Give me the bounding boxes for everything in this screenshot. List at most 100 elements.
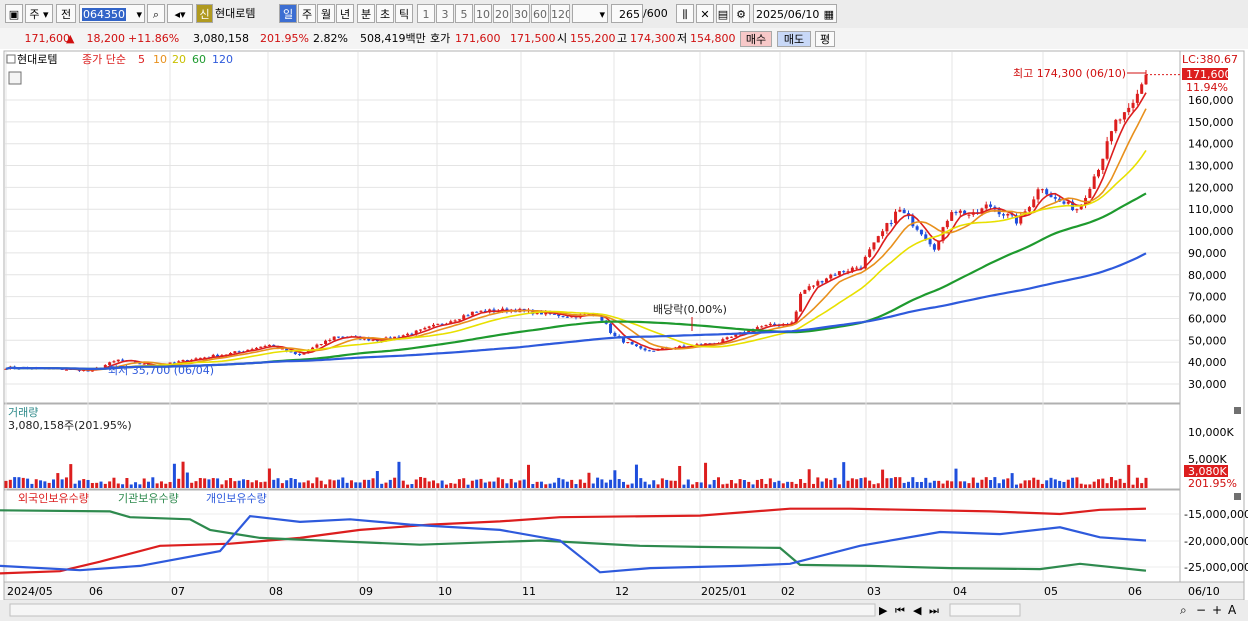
volume-bar — [1079, 483, 1083, 488]
period-year-button[interactable]: 년 — [336, 4, 354, 23]
volume-bar — [617, 479, 621, 488]
table-icon[interactable] — [8, 71, 22, 85]
volume-bar — [1023, 480, 1027, 488]
volume-bar — [125, 478, 129, 488]
candle-body — [1135, 93, 1139, 103]
volume-bar — [643, 481, 647, 488]
date-axis-label: 09 — [359, 585, 373, 598]
candle-body — [984, 204, 988, 209]
date-input[interactable]: 2025/06/10 ▦ — [753, 4, 837, 23]
scroll-right-icon[interactable]: ▶ — [879, 604, 888, 617]
period-day-button[interactable]: 일 — [279, 4, 297, 23]
volume-bar — [470, 480, 474, 488]
date-axis-label: 04 — [953, 585, 967, 598]
volume-bar — [833, 477, 837, 488]
candle-body — [1092, 176, 1096, 189]
candle-body — [1114, 119, 1118, 132]
candle-body — [837, 271, 841, 276]
minute-30-button[interactable]: 30 — [512, 4, 530, 23]
minute-20-button[interactable]: 20 — [493, 4, 511, 23]
market-select[interactable]: 주 ▾ — [25, 4, 53, 23]
volume-bar — [622, 481, 625, 488]
scroll-last-icon[interactable]: ⏭ — [929, 604, 939, 617]
buy-button[interactable]: 매수 — [740, 31, 772, 47]
volume-bar — [941, 483, 945, 488]
volume-bar — [928, 482, 932, 488]
volume-bar — [1122, 482, 1126, 488]
volume-bar — [509, 478, 513, 488]
volume-bar — [358, 482, 362, 488]
minute-120-button[interactable]: 120 — [550, 4, 570, 23]
candle-body — [1006, 213, 1010, 216]
low-label: 저 — [677, 32, 688, 45]
period-week-button[interactable]: 주 — [298, 4, 316, 23]
volume-bar — [121, 484, 125, 488]
minute-60-button[interactable]: 60 — [531, 4, 549, 23]
period-month-button[interactable]: 월 — [317, 4, 335, 23]
volume-bar — [799, 479, 803, 488]
volume-bar — [578, 479, 582, 488]
volume-bar — [203, 478, 207, 488]
date-axis-current: 06/10 — [1188, 585, 1220, 598]
prev-button[interactable]: 전 — [56, 4, 76, 23]
minute-10-button[interactable]: 10 — [474, 4, 492, 23]
custom-period-select[interactable]: ▾ — [572, 4, 608, 23]
save-icon[interactable]: ▤ — [716, 4, 730, 23]
volume-bar — [47, 482, 51, 488]
count-input[interactable]: 265 — [611, 4, 643, 23]
code-input[interactable]: 064350 ▾ — [79, 4, 145, 23]
foreign-holding-label: 외국인보유수량 — [18, 492, 89, 505]
volume-bar — [591, 483, 595, 488]
scroll-track[interactable] — [9, 603, 876, 617]
sell-button[interactable]: 매도 — [777, 31, 811, 47]
volume-bar — [1049, 477, 1053, 488]
minute-5-button[interactable]: 5 — [455, 4, 473, 23]
minute-3-button[interactable]: 3 — [436, 4, 454, 23]
text-tool-icon[interactable]: A — [1228, 603, 1237, 617]
close-icon[interactable] — [1234, 493, 1241, 500]
date-axis-label: 03 — [867, 585, 881, 598]
candle-body — [868, 249, 872, 257]
layout-icon[interactable]: ▣ — [5, 4, 23, 23]
volume-bar — [902, 482, 906, 488]
volume-bar — [56, 473, 60, 488]
volume-value: 3,080,158주(201.95%) — [8, 419, 132, 432]
volume-bar — [937, 480, 941, 488]
candle-body — [116, 359, 120, 362]
open-price: 155,200 — [570, 32, 616, 45]
volume-bar — [842, 462, 846, 488]
volume-bar — [177, 478, 181, 488]
candle-body — [729, 336, 733, 338]
zoom-in-icon[interactable]: + — [1212, 603, 1222, 617]
period-minute-button[interactable]: 분 — [357, 4, 375, 23]
close-icon[interactable] — [1234, 407, 1241, 414]
candle-body — [799, 293, 803, 312]
volume-bar — [457, 479, 461, 488]
eval-button[interactable]: 평 — [815, 31, 835, 47]
period-second-button[interactable]: 초 — [376, 4, 394, 23]
volume-bar — [444, 484, 448, 488]
zoom-out-icon[interactable]: − — [1196, 603, 1206, 617]
zoom-slider[interactable] — [949, 603, 1021, 617]
chart-area[interactable]: 현대로템 종가 단순 5 10 20 60 120 LC:380.67 171,… — [0, 49, 1248, 621]
minute-1-button[interactable]: 1 — [417, 4, 435, 23]
candle-body — [1109, 131, 1113, 142]
candle-body — [332, 336, 336, 340]
candle-icon[interactable]: ⫼ — [676, 4, 694, 23]
scroll-first-icon[interactable]: ⏮ — [895, 604, 905, 617]
volume-bar — [505, 483, 509, 488]
candle-body — [842, 271, 846, 273]
toolbar: ▣ 주 ▾ 전 064350 ▾ ⌕ ◂▾ 신 현대로템 일 주 월 년 분 초 … — [0, 0, 1248, 29]
candle-body — [453, 320, 457, 322]
crosshair-icon[interactable]: ✕ — [696, 4, 714, 23]
gear-icon[interactable]: ⚙ — [732, 4, 750, 23]
volume-bar — [721, 484, 725, 488]
search-icon[interactable]: ⌕ — [147, 4, 165, 23]
speaker-icon[interactable]: ◂▾ — [167, 4, 193, 23]
candle-body — [643, 348, 647, 351]
volume-bar — [432, 480, 435, 488]
period-tick-button[interactable]: 틱 — [395, 4, 413, 23]
zoom-icon[interactable]: ⌕ — [1180, 603, 1187, 617]
scroll-prev-icon[interactable]: ◀ — [913, 604, 922, 617]
volume-current-pct: 201.95% — [1188, 477, 1237, 490]
